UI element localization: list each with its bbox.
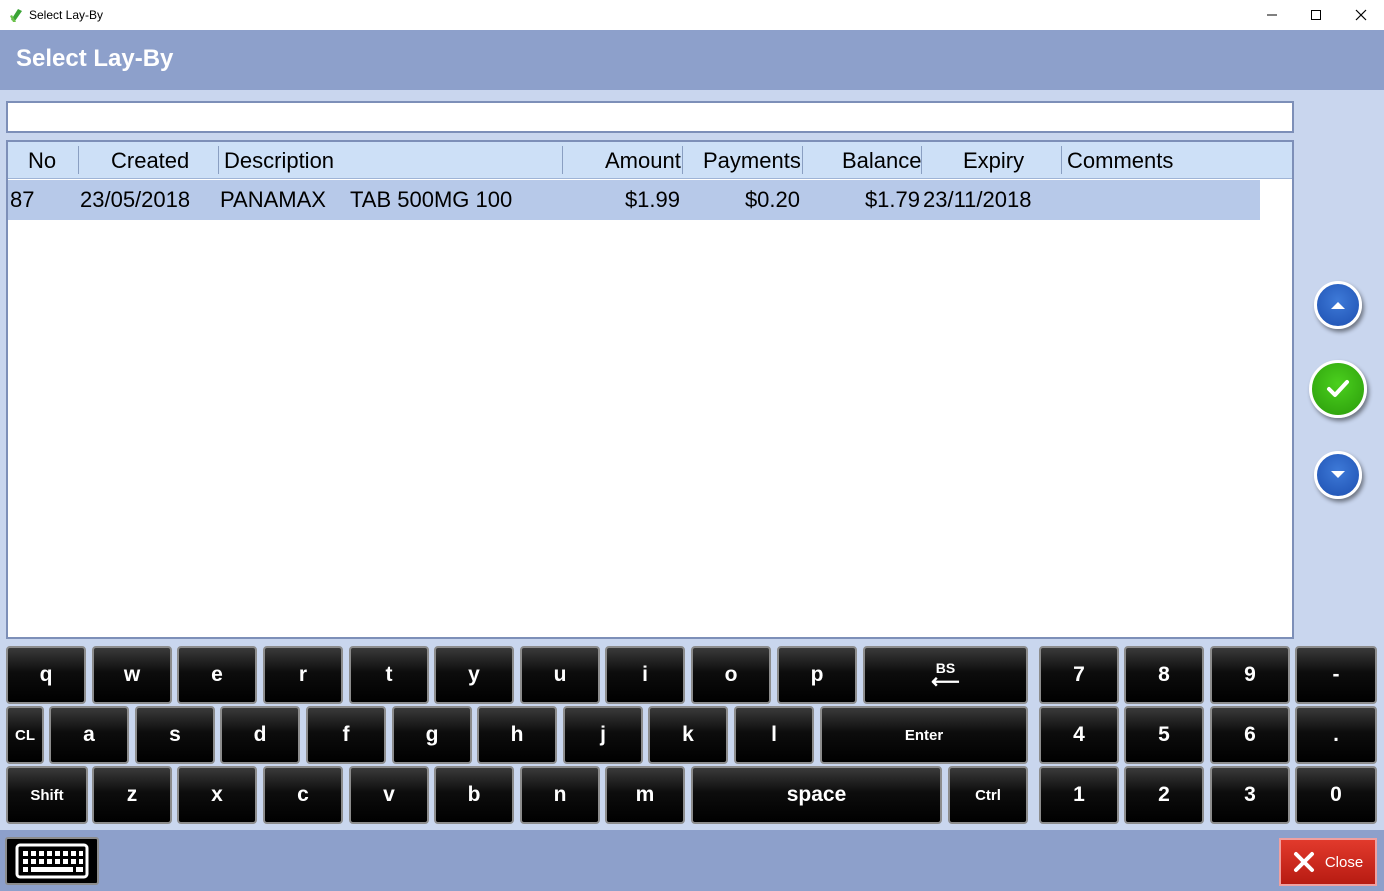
page-title: Select Lay-By — [16, 45, 174, 72]
key-e[interactable]: e — [177, 646, 257, 704]
maximize-button[interactable] — [1293, 0, 1339, 30]
key-l[interactable]: l — [734, 706, 814, 764]
confirm-button[interactable] — [1309, 360, 1367, 418]
layby-grid: No Created Description Amount Payments B… — [6, 140, 1294, 639]
close-label: Close — [1324, 853, 1364, 871]
key-w[interactable]: w — [92, 646, 172, 704]
key-4[interactable]: 4 — [1039, 706, 1119, 764]
column-divider[interactable] — [802, 146, 803, 174]
key-d[interactable]: d — [220, 706, 300, 764]
key-7[interactable]: 7 — [1039, 646, 1119, 704]
key-c[interactable]: c — [263, 766, 343, 824]
key-a[interactable]: a — [49, 706, 129, 764]
key-1[interactable]: 1 — [1039, 766, 1119, 824]
backspace-arrow-icon: ⟵ — [931, 671, 960, 693]
column-divider[interactable] — [218, 146, 219, 174]
key-i[interactable]: i — [605, 646, 685, 704]
key-8[interactable]: 8 — [1124, 646, 1204, 704]
enter-key[interactable]: Enter — [820, 706, 1028, 764]
table-row[interactable]: 87 23/05/2018 PANAMAX TAB 500MG 100 $1.9… — [8, 180, 1260, 220]
key-3[interactable]: 3 — [1210, 766, 1290, 824]
key-9[interactable]: 9 — [1210, 646, 1290, 704]
key-n[interactable]: n — [520, 766, 600, 824]
close-button[interactable]: Close — [1279, 838, 1377, 886]
key-o[interactable]: o — [691, 646, 771, 704]
cell-expiry: 23/11/2018 — [923, 187, 1032, 212]
close-icon — [1355, 9, 1367, 21]
key-s[interactable]: s — [135, 706, 215, 764]
key-f[interactable]: f — [306, 706, 386, 764]
cell-amount: $1.99 — [624, 187, 680, 212]
key-j[interactable]: j — [563, 706, 643, 764]
check-icon — [1327, 380, 1349, 397]
key-v[interactable]: v — [349, 766, 429, 824]
window-title: Select Lay-By — [29, 8, 104, 22]
key-r[interactable]: r — [263, 646, 343, 704]
key-z[interactable]: z — [92, 766, 172, 824]
column-header-created[interactable]: Created — [111, 142, 189, 179]
keyboard-toggle-button[interactable] — [5, 837, 99, 885]
key-y[interactable]: y — [434, 646, 514, 704]
column-header-amount[interactable]: Amount — [605, 142, 681, 179]
ctrl-key[interactable]: Ctrl — [948, 766, 1028, 824]
key-p[interactable]: p — [777, 646, 857, 704]
key-t[interactable]: t — [349, 646, 429, 704]
cell-description: PANAMAX TAB 500MG 100 — [220, 187, 513, 212]
key-x[interactable]: x — [177, 766, 257, 824]
scroll-down-button[interactable] — [1314, 451, 1362, 499]
shift-key[interactable]: Shift — [6, 766, 88, 824]
key-2[interactable]: 2 — [1124, 766, 1204, 824]
column-header-balance[interactable]: Balance — [842, 142, 922, 179]
key-6[interactable]: 6 — [1210, 706, 1290, 764]
chevron-down-icon — [1331, 471, 1345, 478]
key-g[interactable]: g — [392, 706, 472, 764]
column-divider[interactable] — [1061, 146, 1062, 174]
on-screen-keyboard: q w e r t y u i o p BS ⟵ CL a s d f g h … — [0, 640, 1384, 830]
column-divider[interactable] — [921, 146, 922, 174]
column-divider[interactable] — [682, 146, 683, 174]
key-q[interactable]: q — [6, 646, 86, 704]
minimize-icon — [1267, 14, 1277, 16]
cell-created: 23/05/2018 — [80, 187, 191, 212]
header-band: Select Lay-By — [0, 30, 1384, 90]
column-header-description[interactable]: Description — [224, 142, 334, 179]
column-divider[interactable] — [562, 146, 563, 174]
keyboard-icon — [15, 843, 89, 879]
window-close-button[interactable] — [1338, 0, 1384, 30]
backspace-key[interactable]: BS ⟵ — [863, 646, 1028, 704]
column-header-expiry[interactable]: Expiry — [963, 142, 1024, 179]
scroll-up-button[interactable] — [1314, 281, 1362, 329]
maximize-icon — [1311, 10, 1321, 20]
x-icon — [1293, 852, 1314, 872]
key-0[interactable]: 0 — [1295, 766, 1377, 824]
cell-balance: $1.79 — [864, 187, 920, 212]
key-minus[interactable]: - — [1295, 646, 1377, 704]
column-header-comments[interactable]: Comments — [1067, 142, 1173, 179]
title-bar: Select Lay-By — [0, 0, 1384, 30]
footer-band: Close — [0, 830, 1384, 891]
column-header-no[interactable]: No — [28, 142, 56, 179]
column-header-payments[interactable]: Payments — [703, 142, 801, 179]
app-logo-icon — [10, 9, 22, 22]
grid-header: No Created Description Amount Payments B… — [8, 142, 1292, 179]
clear-key[interactable]: CL — [6, 706, 44, 764]
key-u[interactable]: u — [520, 646, 600, 704]
space-key[interactable]: space — [691, 766, 942, 824]
key-m[interactable]: m — [605, 766, 685, 824]
key-k[interactable]: k — [648, 706, 728, 764]
search-input[interactable] — [6, 101, 1294, 133]
key-5[interactable]: 5 — [1124, 706, 1204, 764]
key-b[interactable]: b — [434, 766, 514, 824]
chevron-up-icon — [1331, 302, 1345, 309]
cell-no: 87 — [10, 187, 35, 212]
minimize-button[interactable] — [1249, 0, 1295, 30]
column-divider[interactable] — [78, 146, 79, 174]
key-h[interactable]: h — [477, 706, 557, 764]
cell-payments: $0.20 — [744, 187, 800, 212]
key-decimal[interactable]: . — [1295, 706, 1377, 764]
